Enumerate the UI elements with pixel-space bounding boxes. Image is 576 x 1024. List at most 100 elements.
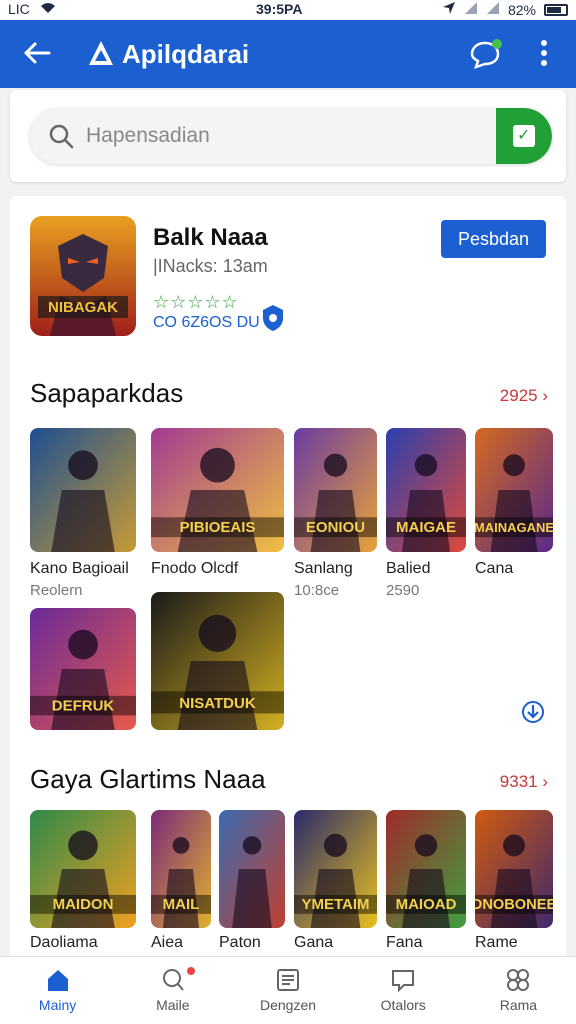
game-title[interactable]: Rame xyxy=(475,934,518,952)
game-art-image: MAIDON xyxy=(30,810,136,928)
tile-art-text: EONIOU xyxy=(306,519,365,536)
section-title-popular: Gaya Glartims Naaa xyxy=(30,764,266,794)
signal-icon-2 xyxy=(486,1,500,18)
nav-label-apps: Rama xyxy=(499,997,538,1013)
game-title[interactable]: Aiea xyxy=(151,934,183,952)
signal-icon xyxy=(464,1,478,18)
game-art-image: EONIOU xyxy=(294,428,377,552)
bottom-navigation: Mainy Maile Dengzen Otalors Rama xyxy=(0,956,576,1024)
list-icon xyxy=(275,967,301,993)
nav-badge xyxy=(187,967,196,975)
battery-icon xyxy=(544,3,568,16)
s1-game-tile[interactable]: PIBIOEAIS xyxy=(151,428,284,552)
tile-art-text: MAINAGANE xyxy=(475,520,553,535)
game-title[interactable]: Fnodo Olcdf xyxy=(151,560,238,578)
game-title[interactable]: Balied xyxy=(386,560,430,578)
game-art-image: PIBIOEAIS xyxy=(151,428,284,552)
app-bar: Apilqdarai xyxy=(0,20,576,88)
s1-game-tile[interactable]: EONIOU xyxy=(294,428,377,552)
s1-game-tile[interactable]: MAIGAE xyxy=(386,428,466,552)
nav-item-inbox[interactable]: Otalors xyxy=(346,957,461,1024)
notification-dot xyxy=(492,39,502,49)
s2-game-tile[interactable]: YMETAIM xyxy=(294,810,377,928)
svg-text:NIBAGAK: NIBAGAK xyxy=(48,299,118,316)
search-submit-button[interactable] xyxy=(496,108,552,164)
install-button[interactable]: Pesbdan xyxy=(441,220,546,258)
game-title[interactable]: Gana xyxy=(294,934,333,952)
s2-game-tile[interactable]: MAIDON xyxy=(30,810,136,928)
game-title[interactable]: Sanlang xyxy=(294,560,353,578)
game-title[interactable]: Daoliama xyxy=(30,934,98,952)
bag-icon xyxy=(160,967,186,993)
featured-app-subtitle: |INacks: 13am xyxy=(153,256,268,276)
app-title: Apilqdarai xyxy=(122,39,250,69)
game-art-image: DEFRUK xyxy=(30,608,136,730)
tile-art-text: MAIL xyxy=(163,896,200,913)
s2-game-tile[interactable]: DNOBONEE xyxy=(475,810,553,928)
nav-item-apps[interactable]: Rama xyxy=(461,957,576,1024)
tile-art-text: YMETAIM xyxy=(301,896,369,913)
nav-item-home[interactable]: Mainy xyxy=(0,957,115,1024)
featured-app-name: Balk Naaa xyxy=(153,224,268,251)
game-art-image xyxy=(30,428,136,552)
game-art-image: NISATDUK xyxy=(151,592,284,730)
battery-percent: 82% xyxy=(507,1,536,18)
game-meta: 2590 xyxy=(386,582,420,599)
verified-shield-icon xyxy=(262,304,284,332)
s1-game-tile[interactable]: NISATDUK xyxy=(151,592,284,730)
s2-game-tile[interactable]: MAIOAD xyxy=(386,810,466,928)
s1-game-tile[interactable] xyxy=(30,428,136,552)
carrier-label: LIC xyxy=(8,1,30,17)
tile-art-text: DNOBONEE xyxy=(475,897,553,913)
s2-game-tile[interactable]: MAIL xyxy=(151,810,211,928)
tile-art-text: DEFRUK xyxy=(52,697,115,714)
more-options-icon[interactable] xyxy=(536,40,552,70)
nav-item-list[interactable]: Dengzen xyxy=(230,957,345,1024)
tile-art-text: PIBIOEAIS xyxy=(180,519,256,536)
nav-item-bag[interactable]: Maile xyxy=(115,957,230,1024)
check-icon xyxy=(513,125,535,147)
game-art-image: YMETAIM xyxy=(294,810,377,928)
search-card xyxy=(10,90,566,182)
game-art-image: MAIOAD xyxy=(386,810,466,928)
featured-app-icon[interactable]: NIBAGAK xyxy=(30,216,136,336)
game-title[interactable]: Paton xyxy=(219,934,261,952)
search-bar xyxy=(30,108,552,164)
tile-art-text: MAIOAD xyxy=(396,896,457,913)
game-title[interactable]: Cana xyxy=(475,560,513,578)
tile-art-text: MAIGAE xyxy=(396,519,456,536)
chat-icon[interactable] xyxy=(470,39,504,71)
download-icon[interactable] xyxy=(522,700,544,724)
status-bar: LIC 39:5PA 82% xyxy=(0,0,576,20)
game-art-image: DNOBONEE xyxy=(475,810,553,928)
s1-game-tile[interactable]: MAINAGANE xyxy=(475,428,553,552)
game-meta: Reolern xyxy=(30,582,83,599)
game-title[interactable]: Kano Bagioail xyxy=(30,560,129,578)
s1-game-tile[interactable]: DEFRUK xyxy=(30,608,136,730)
game-art-image: MAINAGANE xyxy=(475,428,553,552)
game-art-image xyxy=(219,810,285,928)
wifi-icon xyxy=(40,1,56,17)
game-art-image: MAIL xyxy=(151,810,211,928)
main-card: NIBAGAK Balk Naaa |INacks: 13am ☆☆☆☆☆ CO… xyxy=(10,196,566,966)
search-input[interactable] xyxy=(86,118,486,154)
s2-game-tile[interactable] xyxy=(219,810,285,928)
location-icon xyxy=(442,1,456,18)
nav-label-inbox: Otalors xyxy=(380,997,426,1013)
app-logo-icon xyxy=(86,38,116,68)
nav-label-list: Dengzen xyxy=(259,997,317,1013)
section-more-link-recommended[interactable]: 2925 › xyxy=(500,386,548,406)
back-arrow-icon[interactable] xyxy=(22,38,52,74)
home-icon xyxy=(45,967,71,993)
tile-art-text: NISATDUK xyxy=(179,695,256,712)
game-meta: 10:8ce xyxy=(294,582,340,599)
status-time: 39:5PA xyxy=(256,1,303,17)
game-title[interactable]: Fana xyxy=(386,934,422,952)
featured-app-meta: CO 6Z6OS DU xyxy=(153,314,260,331)
nav-label-home: Mainy xyxy=(38,997,77,1013)
section-title-recommended: Sapaparkdas xyxy=(30,378,184,408)
game-art-image: MAIGAE xyxy=(386,428,466,552)
tile-art-text: MAIDON xyxy=(53,896,114,913)
section-more-link-popular[interactable]: 9331 › xyxy=(500,772,548,792)
apps-icon xyxy=(505,967,531,993)
